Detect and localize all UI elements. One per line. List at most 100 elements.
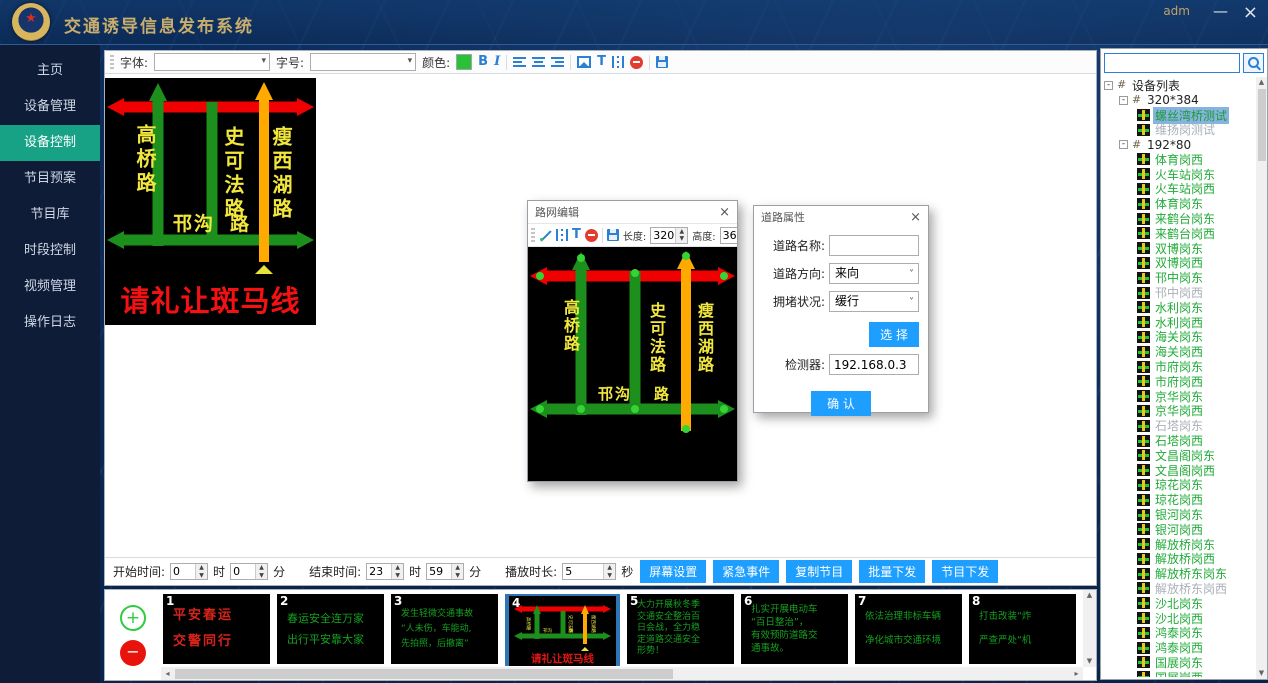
road-segment-icon[interactable] xyxy=(556,229,568,241)
toolbar-grip[interactable] xyxy=(110,55,114,70)
tree-device-item[interactable]: 解放桥岗东 xyxy=(1104,537,1255,552)
select-detector-button[interactable]: 选 择 xyxy=(869,322,919,347)
tree-group[interactable]: -192*80 xyxy=(1104,137,1255,152)
playlist-item[interactable]: 5 大力开展秋冬季 交通安全整治百 日会战，全力稳 定道路交通安全 形势！ xyxy=(627,594,734,664)
road-name-input[interactable] xyxy=(829,235,919,256)
road-network-tool-icon[interactable] xyxy=(612,56,624,68)
detector-input[interactable] xyxy=(829,354,919,375)
spin-up-icon[interactable] xyxy=(604,564,615,572)
tree-device-item[interactable]: 市府岗东 xyxy=(1104,359,1255,374)
playlist-vertical-scrollbar[interactable] xyxy=(1083,590,1096,667)
delete-item-icon[interactable] xyxy=(585,229,598,242)
tree-device-item[interactable]: 来鹤台岗西 xyxy=(1104,226,1255,241)
start-hour-spinner[interactable] xyxy=(170,563,208,580)
tree-device-item[interactable]: 沙北岗西 xyxy=(1104,611,1255,626)
scrollbar-thumb[interactable] xyxy=(1258,89,1266,161)
spin-down-icon[interactable] xyxy=(256,572,267,580)
end-minute-input[interactable] xyxy=(427,564,451,579)
collapse-toggle-icon[interactable]: - xyxy=(1119,96,1128,105)
device-tree-scrollbar[interactable] xyxy=(1256,77,1267,679)
tree-device-item[interactable]: 双博岗东 xyxy=(1104,241,1255,256)
playlist-item[interactable]: 2 春运安全连万家 出行平安靠大家 xyxy=(277,594,384,664)
road-network-edit-canvas[interactable]: 高桥路 史可法路 瘦西湖路 邗沟 路 xyxy=(528,247,737,481)
tree-device-item[interactable]: 京华岗东 xyxy=(1104,389,1255,404)
tree-device-item[interactable]: 水利岗西 xyxy=(1104,315,1255,330)
minimize-icon[interactable]: — xyxy=(1213,2,1228,20)
tree-device-item[interactable]: 双博岗西 xyxy=(1104,256,1255,271)
sidebar-item-device-management[interactable]: 设备管理 xyxy=(0,89,100,125)
tree-device-item[interactable]: 邗中岗东 xyxy=(1104,270,1255,285)
bold-button[interactable]: B xyxy=(478,55,488,69)
tree-device-item[interactable]: 水利岗东 xyxy=(1104,300,1255,315)
username-label[interactable]: adm xyxy=(1163,4,1190,18)
font-size-select[interactable] xyxy=(310,53,416,71)
tree-device-item[interactable]: 鸿泰岗东 xyxy=(1104,625,1255,640)
batch-send-button[interactable]: 批量下发 xyxy=(859,560,925,583)
close-icon[interactable]: × xyxy=(1243,2,1258,23)
device-search-input[interactable] xyxy=(1104,53,1240,73)
sidebar-item-home[interactable]: 主页 xyxy=(0,53,100,89)
italic-button[interactable]: I xyxy=(494,55,500,69)
end-hour-spinner[interactable] xyxy=(366,563,404,580)
spin-up-icon[interactable] xyxy=(392,564,403,572)
program-send-button[interactable]: 节目下发 xyxy=(932,560,998,583)
tree-device-item[interactable]: 解放桥东岗西 xyxy=(1104,581,1255,596)
tree-root[interactable]: -设备列表 xyxy=(1104,78,1255,93)
duration-input[interactable] xyxy=(563,564,603,579)
draw-road-icon[interactable] xyxy=(539,229,552,242)
tree-device-item[interactable]: 维扬岗测试 xyxy=(1104,122,1255,137)
playlist-item[interactable]: 6 扎实开展电动车 “百日整治”， 有效预防道路交 通事故。 xyxy=(741,594,848,664)
text-tool-button[interactable]: T xyxy=(572,228,581,242)
scroll-down-icon[interactable] xyxy=(1087,657,1092,666)
start-minute-spinner[interactable] xyxy=(230,563,268,580)
tree-device-item[interactable]: 解放桥岗西 xyxy=(1104,552,1255,567)
emergency-event-button[interactable]: 紧急事件 xyxy=(713,560,779,583)
scroll-left-icon[interactable] xyxy=(161,667,174,680)
spin-up-icon[interactable] xyxy=(452,564,463,572)
tree-device-item[interactable]: 银河岗东 xyxy=(1104,507,1255,522)
search-icon[interactable] xyxy=(1243,53,1264,73)
sidebar-item-device-control[interactable]: 设备控制 xyxy=(0,125,100,161)
color-swatch[interactable] xyxy=(456,54,472,70)
tree-device-item[interactable]: 市府岗西 xyxy=(1104,374,1255,389)
delete-item-icon[interactable] xyxy=(630,56,643,69)
spin-down-icon[interactable] xyxy=(676,235,687,243)
playlist-item-selected[interactable]: 4 高桥路 史可法路 瘦西湖路 邗沟 路 xyxy=(505,594,620,666)
scrollbar-thumb[interactable] xyxy=(175,669,673,679)
toolbar-grip[interactable] xyxy=(531,228,535,243)
tree-device-item[interactable]: 体育岗东 xyxy=(1104,196,1255,211)
tree-device-item[interactable]: 文昌阁岗西 xyxy=(1104,463,1255,478)
playlist-item[interactable]: 1 平安春运 交警同行 xyxy=(163,594,270,664)
scroll-right-icon[interactable] xyxy=(1070,667,1083,680)
save-icon[interactable] xyxy=(607,229,619,241)
scroll-down-icon[interactable] xyxy=(1259,669,1264,678)
tree-device-item[interactable]: 石塔岗西 xyxy=(1104,433,1255,448)
tree-device-item[interactable]: 海关岗西 xyxy=(1104,344,1255,359)
tree-device-item[interactable]: 银河岗西 xyxy=(1104,522,1255,537)
tree-device-item[interactable]: 国展岗东 xyxy=(1104,655,1255,670)
collapse-toggle-icon[interactable]: - xyxy=(1119,140,1128,149)
length-input[interactable] xyxy=(651,228,675,243)
sidebar-item-program-plan[interactable]: 节目预案 xyxy=(0,161,100,197)
sidebar-item-period-control[interactable]: 时段控制 xyxy=(0,233,100,269)
add-program-button[interactable] xyxy=(120,605,146,631)
playlist-item[interactable]: 7 依法治理非标车辆 净化城市交通环境 xyxy=(855,594,962,664)
confirm-button[interactable]: 确 认 xyxy=(811,391,871,416)
scroll-up-icon[interactable] xyxy=(1259,78,1264,87)
tree-device-item[interactable]: 体育岗西 xyxy=(1104,152,1255,167)
tree-device-item[interactable]: 琼花岗西 xyxy=(1104,492,1255,507)
spin-up-icon[interactable] xyxy=(256,564,267,572)
tree-device-item[interactable]: 石塔岗东 xyxy=(1104,418,1255,433)
copy-program-button[interactable]: 复制节目 xyxy=(786,560,852,583)
tree-device-item[interactable]: 沙北岗东 xyxy=(1104,596,1255,611)
playlist-item[interactable]: 3 发生轻微交通事故 “人未伤，车能动, 先拍照，后撤离” xyxy=(391,594,498,664)
close-icon[interactable]: × xyxy=(910,210,921,225)
text-tool-button[interactable]: T xyxy=(597,55,606,69)
tree-device-item[interactable]: 国展岗西 xyxy=(1104,670,1255,677)
close-icon[interactable]: × xyxy=(719,205,730,220)
tree-device-item[interactable]: 鸿泰岗西 xyxy=(1104,640,1255,655)
screen-settings-button[interactable]: 屏幕设置 xyxy=(640,560,706,583)
congestion-select[interactable]: 缓行 xyxy=(829,291,919,312)
tree-device-item[interactable]: 文昌阁岗东 xyxy=(1104,448,1255,463)
height-spinner[interactable] xyxy=(720,227,737,244)
